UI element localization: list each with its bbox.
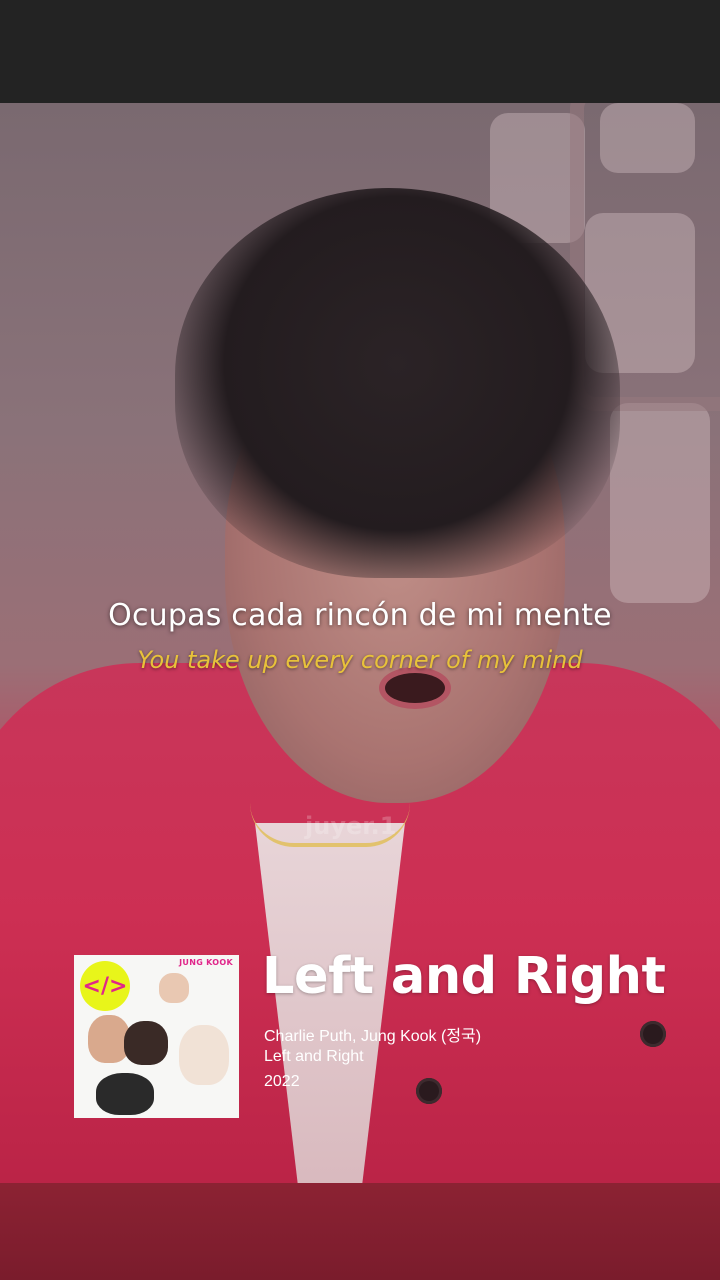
track-year: 2022 xyxy=(264,1073,300,1090)
cover-person xyxy=(96,1073,154,1115)
cover-person xyxy=(124,1021,168,1065)
cover-brand-text: JUNG KOOK xyxy=(179,958,233,967)
lyric-original: Ocupas cada rincón de mi mente xyxy=(108,598,612,633)
track-album: Left and Right xyxy=(264,1048,364,1065)
lyric-translation: You take up every corner of my mind xyxy=(137,646,583,674)
song-title: Left and Right xyxy=(262,947,666,1006)
bottom-bar xyxy=(0,1183,720,1280)
hair xyxy=(175,188,620,578)
jacket-button xyxy=(416,1078,442,1104)
mouth xyxy=(385,673,445,703)
background-window-pane xyxy=(610,403,710,603)
top-bar xyxy=(0,0,720,103)
jacket-button xyxy=(640,1021,666,1047)
cover-person xyxy=(159,973,189,1003)
album-cover[interactable]: </> JUNG KOOK xyxy=(74,955,239,1118)
cover-logo-icon: </> xyxy=(80,961,130,1011)
watermark: juyer.1 xyxy=(305,812,397,840)
screen: Ocupas cada rincón de mi mente You take … xyxy=(0,0,720,1280)
track-artists: Charlie Puth, Jung Kook (정국) xyxy=(264,1028,482,1045)
cover-person xyxy=(179,1025,229,1085)
